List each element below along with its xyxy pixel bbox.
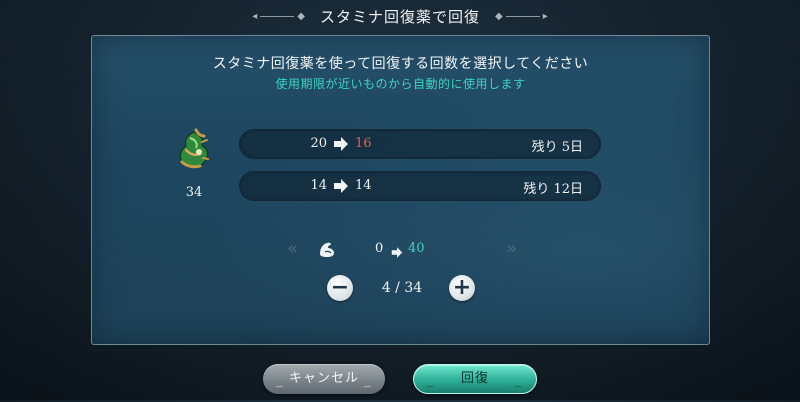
arrow-right-icon [391,243,403,258]
title-ornament-left: ◂ ◆ [252,10,305,22]
stamina-change: « 0 40 » [287,238,517,260]
recovery-panel: スタミナ回復薬を使って回復する回数を選択してください 使用期限が近いものから自動… [91,35,710,345]
dialog-title-bar: ◂ ◆ スタミナ回復薬で回復 ◆ ▸ [0,0,800,32]
arrow-right-icon [333,179,349,193]
instruction-text: スタミナ回復薬を使って回復する回数を選択してください [212,56,589,72]
stamina-potion-icon [174,128,214,172]
batch-count-before: 14 [310,178,327,193]
stamina-arm-icon [317,240,337,258]
increase-button[interactable]: + [449,275,475,301]
potion-batch-row: 20 16 残り 5日 [239,129,601,159]
potion-batch-row: 14 14 残り 12日 [239,171,601,201]
chevron-left-icon: « [287,238,299,259]
stamina-after: 40 [408,241,425,256]
use-count-value: 4 / 34 [381,280,423,296]
arrow-right-icon [333,137,349,151]
cancel-button-label: キャンセル [288,371,359,386]
chevron-right-icon: » [505,238,517,259]
swirl-ornament-icon: ∽ [426,380,437,393]
auto-use-note: 使用期限が近いものから自動的に使用します [275,77,526,91]
swirl-ornament-icon: ∽ [513,380,524,393]
batch-count-before: 20 [310,136,327,151]
batch-expiry: 残り 12日 [523,182,583,197]
title-ornament-right: ◆ ▸ [495,10,548,22]
batch-count-after: 16 [355,136,372,151]
recover-button-label: 回復 [460,371,489,386]
swirl-ornament-icon: ∽ [362,380,373,393]
potion-count: 34 [185,185,203,200]
dialog-title: スタミナ回復薬で回復 [319,7,480,26]
decrease-button[interactable]: − [327,275,353,301]
recover-button[interactable]: ∽ 回復 ∽ [413,364,537,394]
batch-expiry: 残り 5日 [531,140,583,155]
swirl-ornament-icon: ∽ [275,380,286,393]
batch-count-after: 14 [355,178,372,193]
stamina-before: 0 [375,241,384,256]
cancel-button[interactable]: ∽ キャンセル ∽ [263,364,385,394]
